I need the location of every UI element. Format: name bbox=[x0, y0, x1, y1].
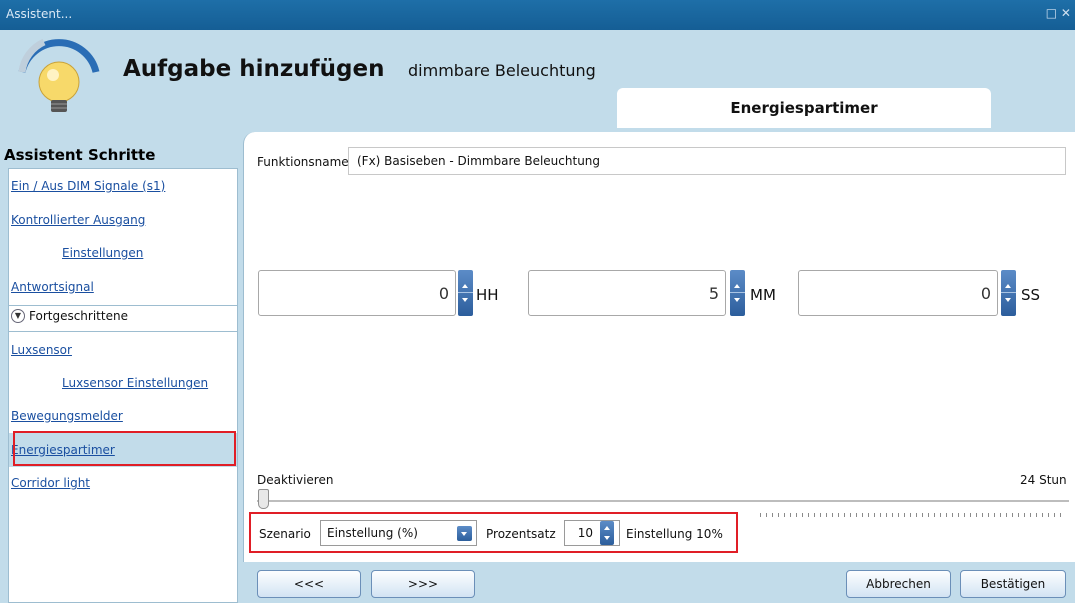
hours-input[interactable]: 0 bbox=[258, 270, 456, 316]
slider-max-label: 24 Stun bbox=[1020, 473, 1067, 487]
window-title-bar: Assistent... □ ✕ bbox=[0, 0, 1075, 30]
sidebar-item-kontrollierter-ausgang[interactable]: Kontrollierter Ausgang bbox=[11, 213, 145, 227]
minutes-unit: MM bbox=[750, 286, 776, 304]
sidebar-item-bewegungsmelder[interactable]: Bewegungsmelder bbox=[11, 409, 123, 423]
page-subtitle: dimmbare Beleuchtung bbox=[408, 61, 596, 80]
sidebar-item-antwortsignal[interactable]: Antwortsignal bbox=[11, 280, 94, 294]
minutes-stepper[interactable] bbox=[730, 270, 745, 316]
hours-unit: HH bbox=[476, 286, 499, 304]
seconds-input[interactable]: 0 bbox=[798, 270, 998, 316]
function-name-label: Funktionsname bbox=[257, 155, 349, 169]
confirm-button[interactable]: Bestätigen bbox=[960, 570, 1066, 598]
wizard-header: Aufgabe hinzufügen dimmbare Beleuchtung … bbox=[0, 30, 1075, 130]
sidebar-item-luxsensor[interactable]: Luxsensor bbox=[11, 343, 72, 357]
slider-min-label: Deaktivieren bbox=[257, 473, 334, 487]
page-title: Aufgabe hinzufügen bbox=[123, 56, 385, 82]
seconds-stepper[interactable] bbox=[1001, 270, 1016, 316]
sidebar-item-luxsensor-einstellungen[interactable]: Luxsensor Einstellungen bbox=[62, 376, 208, 390]
hours-stepper[interactable] bbox=[458, 270, 473, 316]
sidebar-item-corridor-light[interactable]: Corridor light bbox=[11, 476, 90, 490]
sidebar-heading: Assistent Schritte bbox=[4, 146, 156, 164]
divider bbox=[9, 305, 237, 306]
sidebar-item-einstellungen[interactable]: Einstellungen bbox=[62, 246, 143, 260]
sidebar-section-label: Fortgeschrittene bbox=[29, 309, 128, 323]
main-content bbox=[243, 132, 1075, 562]
function-name-input[interactable]: (Fx) Basiseben - Dimmbare Beleuchtung bbox=[348, 147, 1066, 175]
lightbulb-icon bbox=[18, 38, 100, 112]
window-controls[interactable]: □ ✕ bbox=[1046, 6, 1071, 20]
minutes-input[interactable]: 5 bbox=[528, 270, 726, 316]
wizard-steps-list: Ein / Aus DIM Signale (s1) Kontrollierte… bbox=[8, 168, 238, 603]
seconds-unit: SS bbox=[1021, 286, 1041, 304]
highlight-box-active-step bbox=[13, 431, 236, 466]
highlight-box-scenario bbox=[249, 512, 738, 553]
slider-ticks bbox=[760, 513, 1066, 517]
next-button[interactable]: >>> bbox=[371, 570, 475, 598]
tab-energiespartimer[interactable]: Energiespartimer bbox=[617, 88, 991, 128]
timer-slider-thumb[interactable] bbox=[258, 489, 269, 509]
divider bbox=[9, 331, 237, 332]
window-title: Assistent... bbox=[6, 7, 73, 21]
sidebar-section-fortgeschrittene[interactable]: ▼ Fortgeschrittene bbox=[11, 309, 128, 323]
cancel-button[interactable]: Abbrechen bbox=[846, 570, 951, 598]
chevron-down-icon: ▼ bbox=[11, 309, 25, 323]
back-button[interactable]: <<< bbox=[257, 570, 361, 598]
sidebar-item-ein-aus-dim[interactable]: Ein / Aus DIM Signale (s1) bbox=[11, 179, 165, 193]
timer-slider-track[interactable] bbox=[257, 500, 1069, 502]
